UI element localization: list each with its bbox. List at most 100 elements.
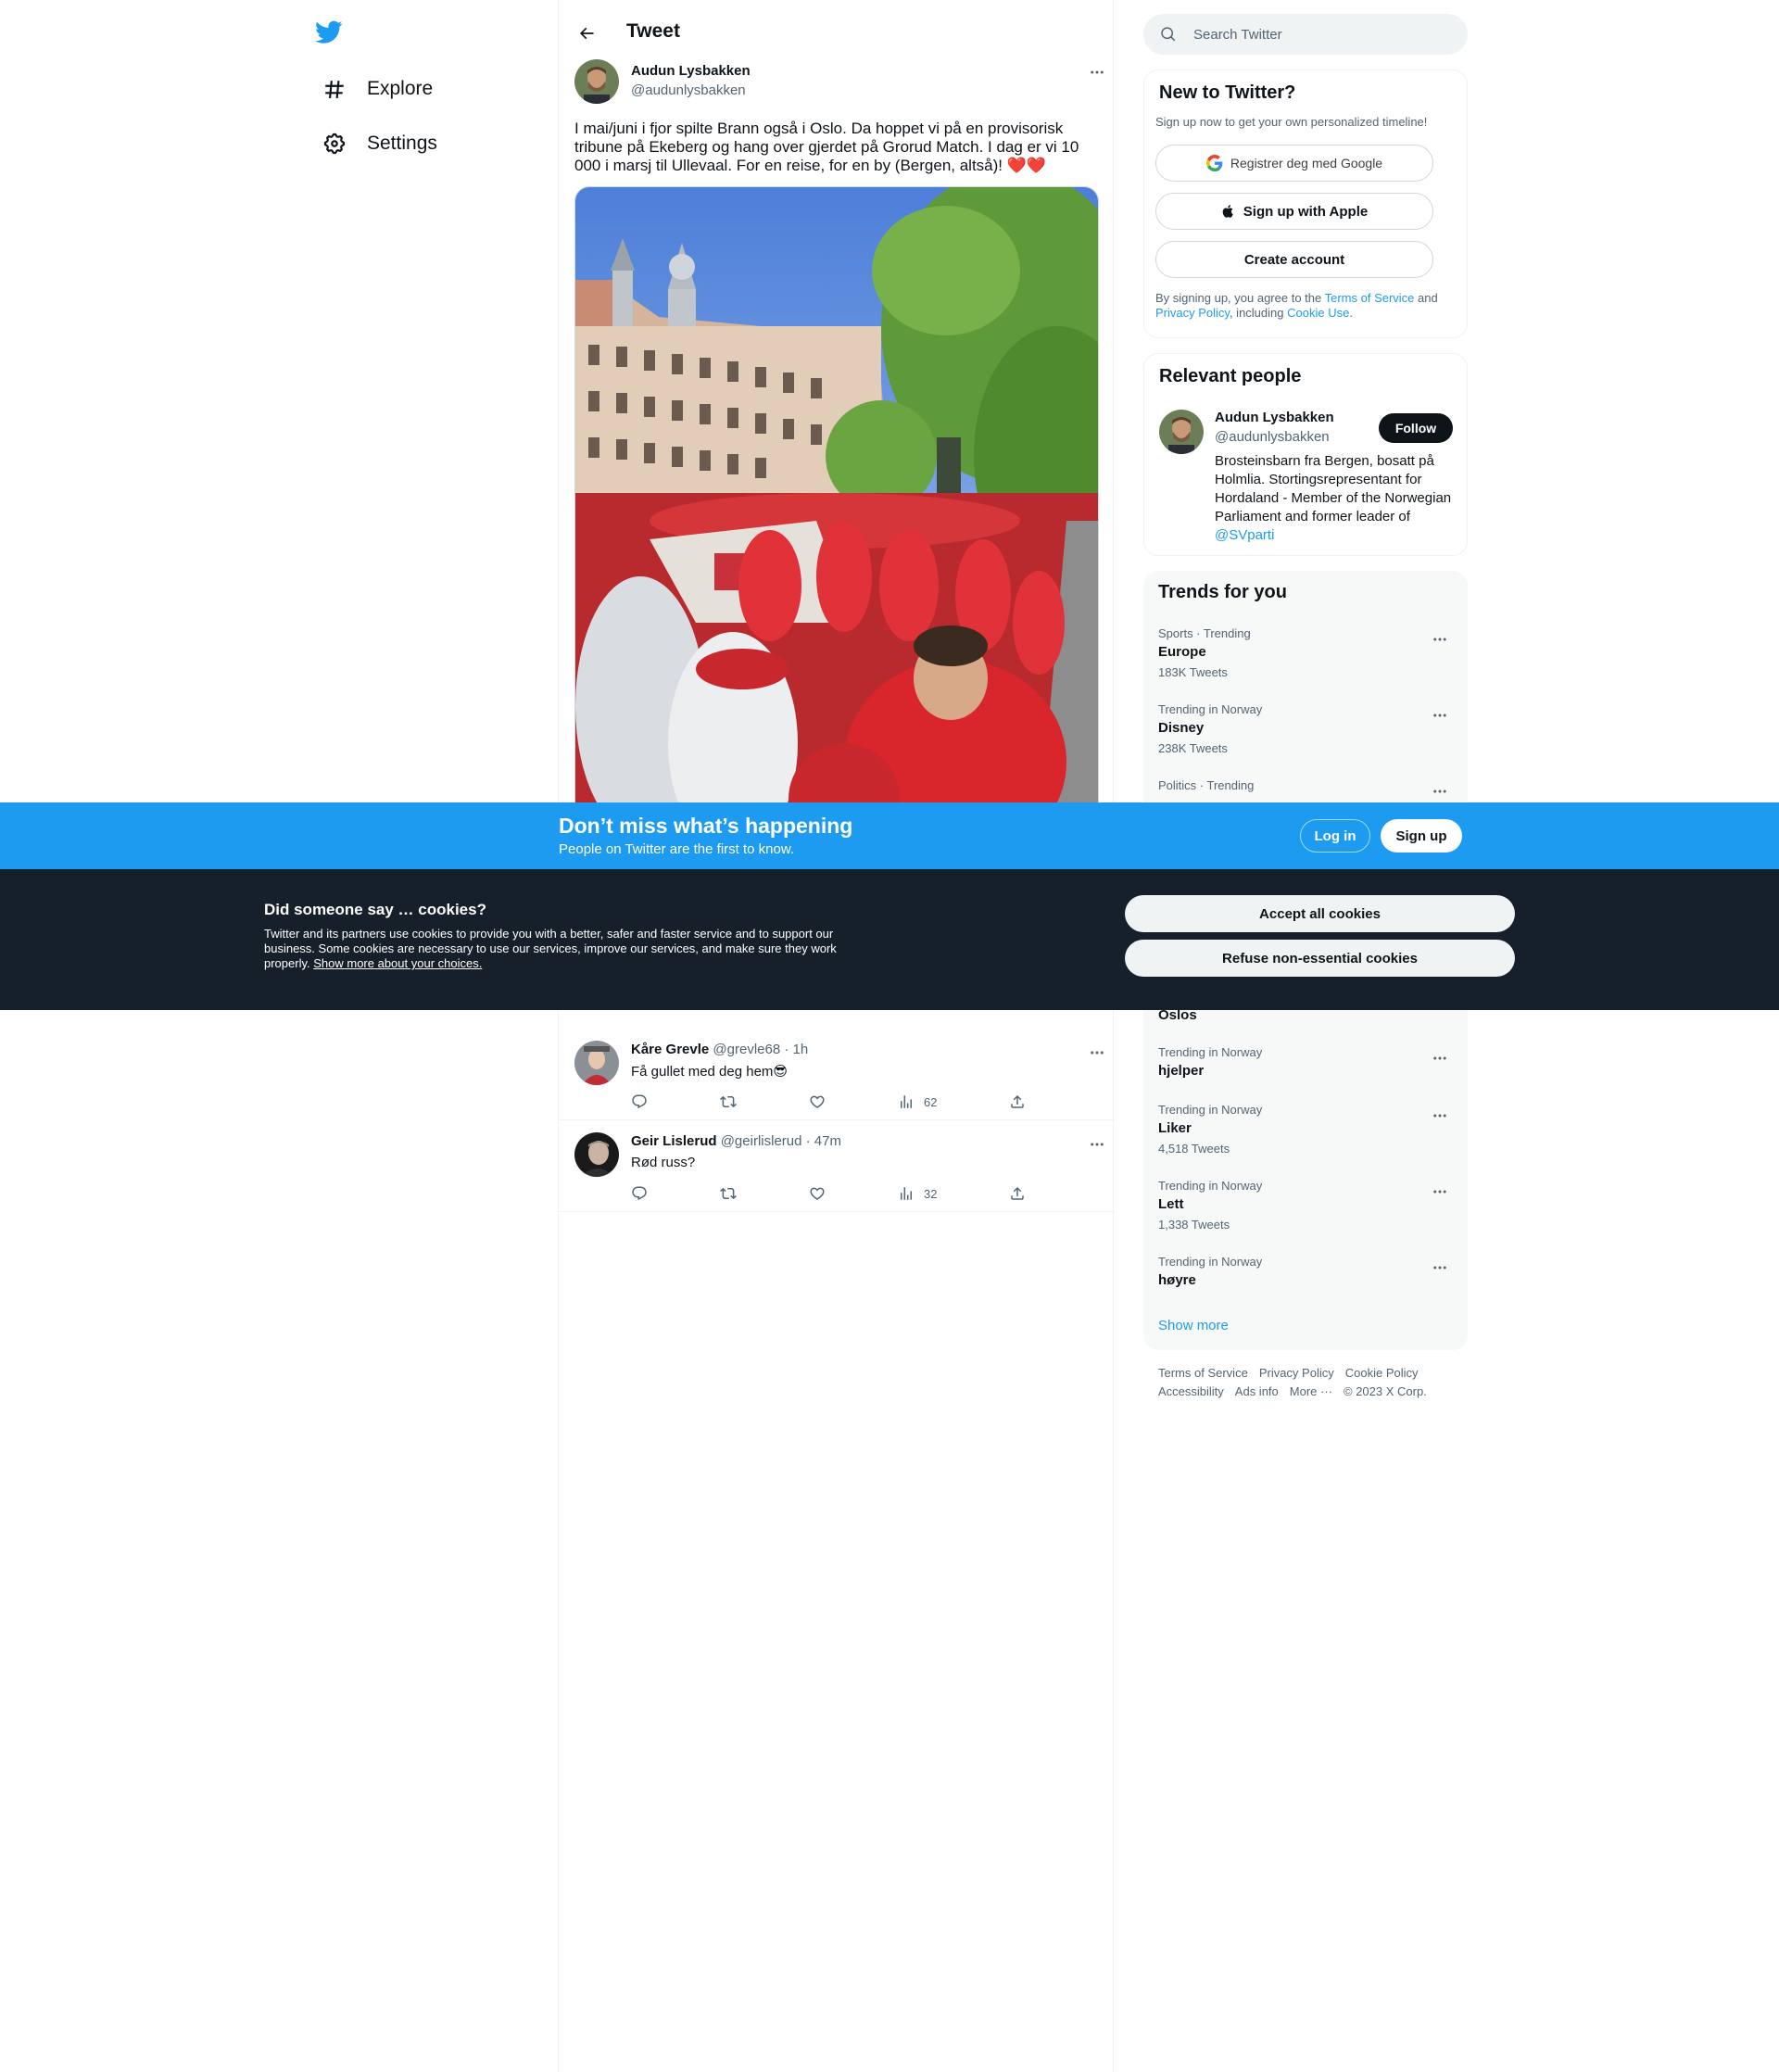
hashtag-icon — [315, 69, 354, 108]
author-name[interactable]: Audun Lysbakken — [631, 63, 751, 79]
tweet-photo[interactable] — [574, 186, 1099, 835]
relevant-person-bio: Brosteinsbarn fra Bergen, bosatt på Holm… — [1215, 452, 1457, 545]
reply-button[interactable] — [631, 1182, 648, 1205]
relevant-person-name[interactable]: Audun Lysbakken — [1215, 410, 1334, 425]
reply-item[interactable]: Geir Lislerud @geirlislerud · 47m Rød ru… — [559, 1120, 1115, 1212]
reply-avatar[interactable] — [574, 1132, 619, 1177]
cookie-choices-link[interactable]: Show more about your choices. — [313, 956, 482, 970]
trend-more-button[interactable] — [1427, 1103, 1453, 1129]
back-button[interactable] — [570, 17, 603, 50]
trends-title: Trends for you — [1158, 582, 1287, 602]
cookie-consent-bar: Did someone say … cookies? Twitter and i… — [0, 869, 1779, 1010]
terms-link[interactable]: Terms of Service — [1325, 291, 1415, 305]
login-button[interactable]: Log in — [1300, 819, 1370, 853]
reply-item[interactable]: Kåre Grevle @grevle68 · 1h Få gullet med… — [559, 1029, 1115, 1120]
reply-header: Geir Lislerud @geirlislerud · 47m — [631, 1133, 841, 1149]
nav-settings[interactable]: Settings — [315, 121, 437, 166]
follow-button[interactable]: Follow — [1379, 413, 1453, 443]
google-icon — [1205, 155, 1223, 171]
author-avatar[interactable] — [574, 59, 619, 104]
signup-card: New to Twitter? Sign up now to get your … — [1143, 69, 1468, 338]
search-bar[interactable] — [1143, 14, 1468, 55]
twitter-logo-icon[interactable] — [315, 20, 356, 54]
share-icon — [1011, 1094, 1024, 1108]
signup-legal-text: By signing up, you agree to the Terms of… — [1155, 291, 1457, 321]
share-icon — [1011, 1186, 1024, 1200]
trend-item[interactable]: Sports · Trending Europe 183K Tweets — [1158, 626, 1453, 680]
page-title: Tweet — [626, 20, 680, 42]
footer-more-link[interactable]: More ··· — [1290, 1384, 1332, 1398]
like-button[interactable] — [809, 1091, 826, 1113]
comment-icon — [632, 1094, 647, 1109]
reply-header: Kåre Grevle @grevle68 · 1h — [631, 1042, 808, 1057]
relevant-people-card: Relevant people Audun Lysbakken @audunly… — [1143, 353, 1468, 556]
trend-more-button[interactable] — [1427, 1179, 1453, 1205]
trend-more-button[interactable] — [1427, 778, 1453, 804]
trend-more-button[interactable] — [1427, 702, 1453, 728]
more-icon — [1433, 714, 1446, 717]
reply-more-button[interactable] — [1084, 1040, 1110, 1066]
trend-item[interactable]: Trending in Norway Liker 4,518 Tweets — [1158, 1103, 1453, 1156]
footer-copyright: © 2023 X Corp. — [1344, 1384, 1427, 1398]
reply-time[interactable]: · 1h — [784, 1042, 808, 1057]
accept-cookies-button[interactable]: Accept all cookies — [1125, 895, 1515, 932]
reply-time[interactable]: · 47m — [806, 1133, 841, 1149]
legal-prefix: By signing up, you agree to the — [1155, 291, 1325, 305]
google-signup-button[interactable]: Registrer deg med Google — [1155, 145, 1433, 182]
retweet-button[interactable] — [720, 1091, 737, 1113]
share-button[interactable] — [1009, 1182, 1026, 1205]
reply-author-handle[interactable]: @geirlislerud — [721, 1133, 802, 1149]
author-handle[interactable]: @audunlysbakken — [631, 82, 746, 98]
relevant-person-avatar[interactable] — [1159, 410, 1204, 454]
retweet-icon — [720, 1187, 737, 1200]
trend-count: 1,338 Tweets — [1158, 1218, 1230, 1232]
tweet-more-button[interactable] — [1084, 59, 1110, 85]
trend-item[interactable]: Trending in Norway hjelper — [1158, 1045, 1453, 1080]
retweet-button[interactable] — [720, 1182, 737, 1205]
more-icon — [1091, 1143, 1104, 1146]
share-button[interactable] — [1009, 1091, 1026, 1113]
signup-button[interactable]: Sign up — [1381, 819, 1462, 853]
trend-more-button[interactable] — [1427, 1045, 1453, 1071]
footer-ads-link[interactable]: Ads info — [1235, 1384, 1279, 1398]
heart-icon — [810, 1187, 825, 1200]
footer-privacy-link[interactable]: Privacy Policy — [1259, 1366, 1334, 1380]
bio-mention-link[interactable]: @SVparti — [1215, 527, 1274, 543]
trend-more-button[interactable] — [1427, 1255, 1453, 1281]
trend-name: Disney — [1158, 720, 1205, 736]
search-input[interactable] — [1193, 26, 1444, 43]
reply-button[interactable] — [631, 1091, 648, 1113]
reply-author-handle[interactable]: @grevle68 — [713, 1042, 780, 1057]
trend-item[interactable]: Trending in Norway Lett 1,338 Tweets — [1158, 1179, 1453, 1232]
legal-and: and — [1414, 291, 1438, 305]
trend-item[interactable]: Trending in Norway Disney 238K Tweets — [1158, 702, 1453, 756]
trend-item[interactable]: Trending in Norway høyre — [1158, 1255, 1453, 1290]
footer-terms-link[interactable]: Terms of Service — [1158, 1366, 1248, 1380]
relevant-people-title: Relevant people — [1159, 366, 1302, 386]
apple-signup-button[interactable]: Sign up with Apple — [1155, 193, 1433, 230]
reply-avatar[interactable] — [574, 1041, 619, 1085]
create-account-button[interactable]: Create account — [1155, 241, 1433, 278]
trend-meta: Trending in Norway — [1158, 1103, 1263, 1117]
trend-name: Lett — [1158, 1196, 1184, 1212]
nav-explore[interactable]: Explore — [315, 67, 433, 111]
more-icon — [1433, 1114, 1446, 1118]
footer-accessibility-link[interactable]: Accessibility — [1158, 1384, 1224, 1398]
reply-author-name[interactable]: Geir Lislerud — [631, 1133, 717, 1149]
reply-author-name[interactable]: Kåre Grevle — [631, 1042, 709, 1057]
like-button[interactable] — [809, 1182, 826, 1205]
footer-cookie-link[interactable]: Cookie Policy — [1345, 1366, 1419, 1380]
reply-more-button[interactable] — [1084, 1131, 1110, 1157]
cookie-use-link[interactable]: Cookie Use — [1287, 306, 1349, 320]
tweet-text: I mai/juni i fjor spilte Brann også i Os… — [574, 120, 1079, 174]
views-button[interactable]: 62 — [898, 1091, 937, 1113]
show-more-link[interactable]: Show more — [1158, 1318, 1229, 1333]
relevant-person-handle[interactable]: @audunlysbakken — [1215, 429, 1330, 445]
trend-name: hjelper — [1158, 1063, 1205, 1079]
trend-item[interactable]: Politics · Trending — [1158, 778, 1453, 795]
create-account-label: Create account — [1243, 251, 1345, 268]
trend-more-button[interactable] — [1427, 626, 1453, 652]
views-button[interactable]: 32 — [898, 1182, 937, 1205]
refuse-cookies-button[interactable]: Refuse non-essential cookies — [1125, 940, 1515, 977]
privacy-link[interactable]: Privacy Policy — [1155, 306, 1230, 320]
